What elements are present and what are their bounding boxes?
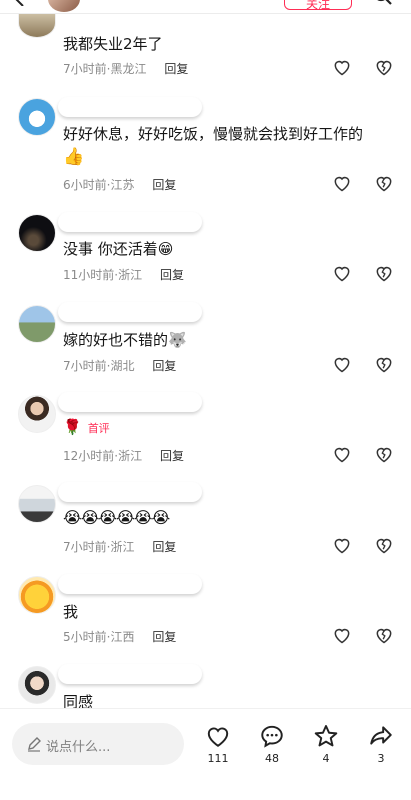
broken-heart-icon[interactable]	[374, 57, 394, 77]
broken-heart-icon[interactable]	[374, 263, 394, 283]
broken-heart-icon[interactable]	[374, 354, 394, 374]
back-arrow-icon[interactable]	[14, 0, 26, 6]
comment-input[interactable]: 说点什么...	[12, 723, 184, 765]
avatar[interactable]	[18, 485, 56, 523]
comment-time: 7小时前	[63, 540, 107, 554]
username-bubble[interactable]	[58, 97, 202, 117]
share-count: 3	[377, 752, 385, 765]
share-button[interactable]: 3	[361, 723, 401, 765]
avatar[interactable]	[18, 395, 56, 433]
bottom-action-bar: 说点什么... 111 48 4 3	[0, 708, 411, 800]
badge-line: 🌹 首评	[63, 418, 110, 436]
top-bar: 关注	[0, 0, 411, 14]
comment-time: 6小时前	[63, 178, 107, 192]
broken-heart-icon[interactable]	[374, 173, 394, 193]
broken-heart-icon[interactable]	[374, 625, 394, 645]
share-arrow-icon	[370, 726, 392, 745]
reply-button[interactable]: 回复	[160, 449, 184, 463]
comment-text-body: 没事 你还活着	[63, 240, 158, 258]
broken-heart-icon[interactable]	[374, 444, 394, 464]
heart-outline-icon[interactable]	[332, 263, 352, 283]
comment-meta: 7小时前·黑龙江 回复	[63, 62, 189, 76]
comment-meta: 11小时前·浙江 回复	[63, 268, 184, 282]
comment-meta: 6小时前·江苏 回复	[63, 178, 177, 192]
comment-location: 湖北	[110, 359, 135, 373]
avatar[interactable]	[18, 666, 56, 704]
heart-outline-icon[interactable]	[332, 354, 352, 374]
follow-button[interactable]: 关注	[284, 0, 352, 11]
comment-emoji: 😭😭😭😭😭😭	[63, 508, 170, 527]
comment-button[interactable]: 48	[252, 723, 292, 765]
username-bubble[interactable]	[58, 574, 202, 594]
comment-time: 7小时前	[63, 62, 107, 76]
avatar[interactable]	[18, 305, 56, 343]
comment-location: 浙江	[110, 540, 135, 554]
comment-time: 11小时前	[63, 268, 115, 282]
comment-time: 5小时前	[63, 630, 107, 644]
heart-outline-icon[interactable]	[332, 444, 352, 464]
first-comment-badge: 首评	[87, 422, 110, 435]
reply-button[interactable]: 回复	[152, 359, 176, 373]
comment-text: 嫁的好也不错的🐺	[63, 329, 187, 350]
comment-meta: 5小时前·江西 回复	[63, 630, 177, 644]
reply-button[interactable]: 回复	[152, 178, 176, 192]
author-avatar[interactable]	[48, 0, 80, 12]
comment-bubble-icon	[261, 725, 283, 748]
comment-location: 黑龙江	[110, 62, 147, 76]
username-bubble[interactable]	[58, 392, 202, 412]
search-icon[interactable]	[372, 0, 394, 10]
comment-time: 12小时前	[63, 449, 115, 463]
pencil-icon	[28, 737, 41, 752]
star-count: 4	[322, 752, 330, 765]
reply-button[interactable]: 回复	[152, 630, 176, 644]
comment-text: 没事 你还活着😁	[63, 238, 173, 259]
comment-location: 江苏	[110, 178, 135, 192]
heart-outline-icon[interactable]	[332, 535, 352, 555]
like-button[interactable]: 111	[198, 723, 238, 765]
reply-button[interactable]: 回复	[152, 540, 176, 554]
heart-outline-icon[interactable]	[332, 173, 352, 193]
avatar[interactable]	[18, 98, 56, 136]
comment-time: 7小时前	[63, 359, 107, 373]
broken-heart-icon[interactable]	[374, 535, 394, 555]
username-bubble[interactable]	[58, 482, 202, 502]
comment-location: 江西	[110, 630, 135, 644]
comment-text: 我都失业2年了	[63, 35, 163, 53]
star-button[interactable]: 4	[306, 723, 346, 765]
comment-count: 48	[265, 752, 279, 765]
comment-meta: 7小时前·湖北 回复	[63, 359, 177, 373]
comment-input-placeholder: 说点什么...	[46, 740, 111, 755]
star-outline-icon	[314, 725, 338, 747]
comment-page: 关注 我都失业2年了 7小时前·黑龙江 回复 好好休息，好好吃饭，慢慢就会找到好…	[0, 0, 411, 800]
heart-outline-icon[interactable]	[332, 57, 352, 77]
reply-button[interactable]: 回复	[160, 268, 184, 282]
heart-outline-icon	[207, 727, 229, 747]
rose-emoji: 🌹	[63, 418, 82, 436]
avatar[interactable]	[18, 576, 56, 614]
comment-text: 好好休息，好好吃饭，慢慢就会找到好工作的	[63, 125, 364, 143]
username-bubble[interactable]	[58, 212, 202, 232]
comment-emoji: 👍	[63, 147, 85, 167]
comment-location: 浙江	[118, 449, 143, 463]
comment-text-body: 嫁的好也不错的	[63, 331, 169, 349]
heart-outline-icon[interactable]	[332, 625, 352, 645]
comment-meta: 7小时前·浙江 回复	[63, 540, 177, 554]
reply-button[interactable]: 回复	[164, 62, 188, 76]
username-bubble[interactable]	[58, 302, 202, 322]
comment-text: 我	[63, 603, 79, 621]
comment-location: 浙江	[118, 268, 143, 282]
avatar[interactable]	[18, 214, 56, 252]
like-count: 111	[207, 752, 229, 765]
comment-emoji: 😁	[157, 240, 174, 258]
username-bubble[interactable]	[58, 664, 202, 684]
comment-emoji: 🐺	[168, 331, 187, 349]
comment-meta: 12小时前·浙江 回复	[63, 449, 184, 463]
